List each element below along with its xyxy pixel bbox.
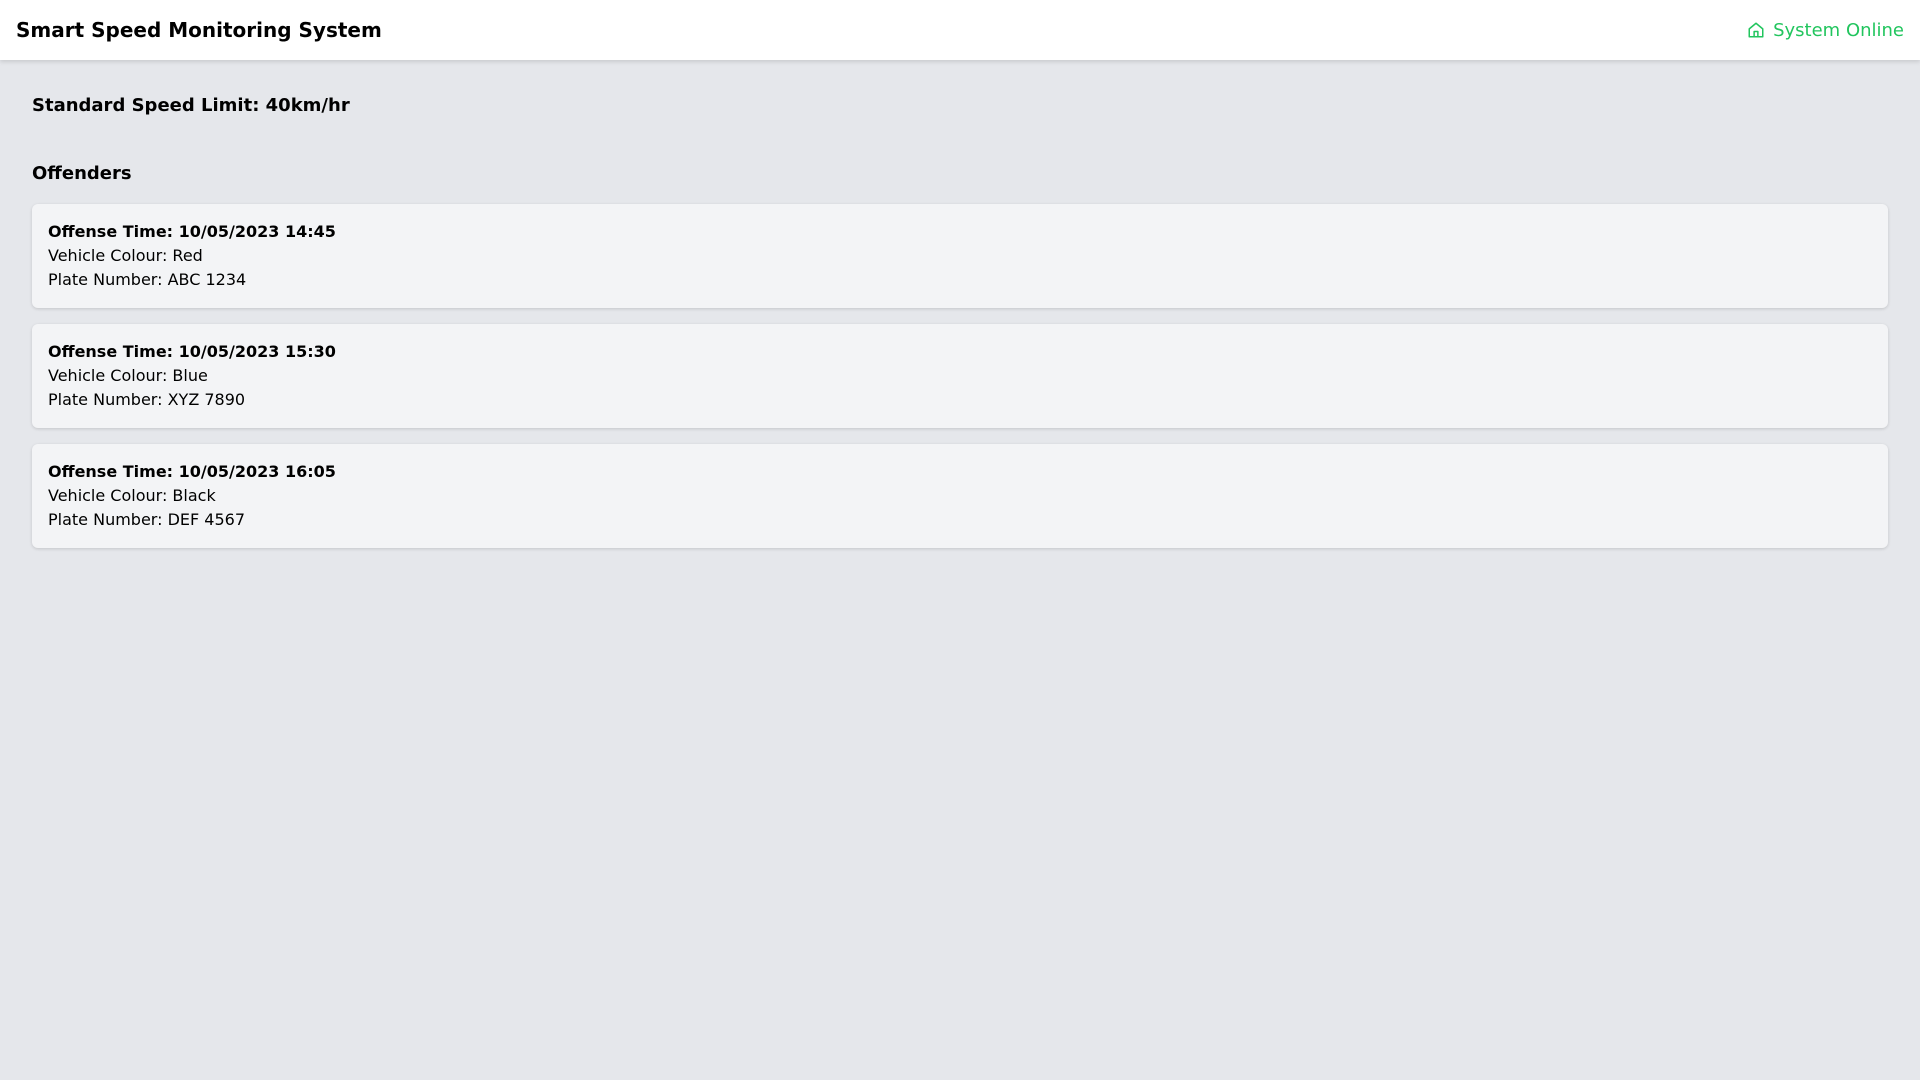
offense-time-value: 10/05/2023 14:45 [178,222,336,241]
plate-number-label: Plate Number [48,388,168,412]
home-icon [1747,21,1765,39]
offense-time-value: 10/05/2023 15:30 [178,342,336,361]
offense-time-value: 10/05/2023 16:05 [178,462,336,481]
vehicle-colour-value: Red [172,246,203,265]
vehicle-colour: Vehicle ColourRed [48,244,1872,268]
app-title: Smart Speed Monitoring System [16,18,382,42]
plate-number: Plate NumberXYZ 7890 [48,388,1872,412]
vehicle-colour-value: Blue [172,366,208,385]
system-status: System Online [1747,20,1904,41]
top-bar: Smart Speed Monitoring System System Onl… [0,0,1920,60]
vehicle-colour-value: Black [172,486,216,505]
offender-card: Offense Time10/05/2023 15:30 Vehicle Col… [32,324,1888,428]
plate-number-label: Plate Number [48,268,168,292]
offense-time: Offense Time10/05/2023 16:05 [48,460,1872,484]
plate-number: Plate NumberDEF 4567 [48,508,1872,532]
system-status-text: System Online [1773,19,1904,41]
plate-number: Plate NumberABC 1234 [48,268,1872,292]
vehicle-colour-label: Vehicle Colour [48,484,172,508]
plate-number-value: DEF 4567 [167,510,246,529]
offense-time: Offense Time10/05/2023 14:45 [48,220,1872,244]
plate-number-value: ABC 1234 [167,270,247,289]
vehicle-colour: Vehicle ColourBlack [48,484,1872,508]
offense-time-label: Offense Time [48,460,179,484]
offender-card: Offense Time10/05/2023 16:05 Vehicle Col… [32,444,1888,548]
speed-limit-heading: Standard Speed Limit: 40km/hr [32,95,350,116]
plate-number-value: XYZ 7890 [167,390,246,409]
offense-time: Offense Time10/05/2023 15:30 [48,340,1872,364]
offender-card: Offense Time10/05/2023 14:45 Vehicle Col… [32,204,1888,308]
offense-time-label: Offense Time [48,340,179,364]
vehicle-colour-label: Vehicle Colour [48,364,172,388]
offenders-title: Offenders [32,163,132,184]
speed-limit-value: 40km/hr [265,95,350,116]
vehicle-colour: Vehicle ColourBlue [48,364,1872,388]
main-content: Standard Speed Limit: 40km/hr Offenders … [32,60,1888,548]
plate-number-label: Plate Number [48,508,168,532]
offense-time-label: Offense Time [48,220,179,244]
offenders-list: Offense Time10/05/2023 14:45 Vehicle Col… [32,204,1888,548]
vehicle-colour-label: Vehicle Colour [48,244,172,268]
speed-limit-label: Standard Speed Limit [32,95,253,116]
